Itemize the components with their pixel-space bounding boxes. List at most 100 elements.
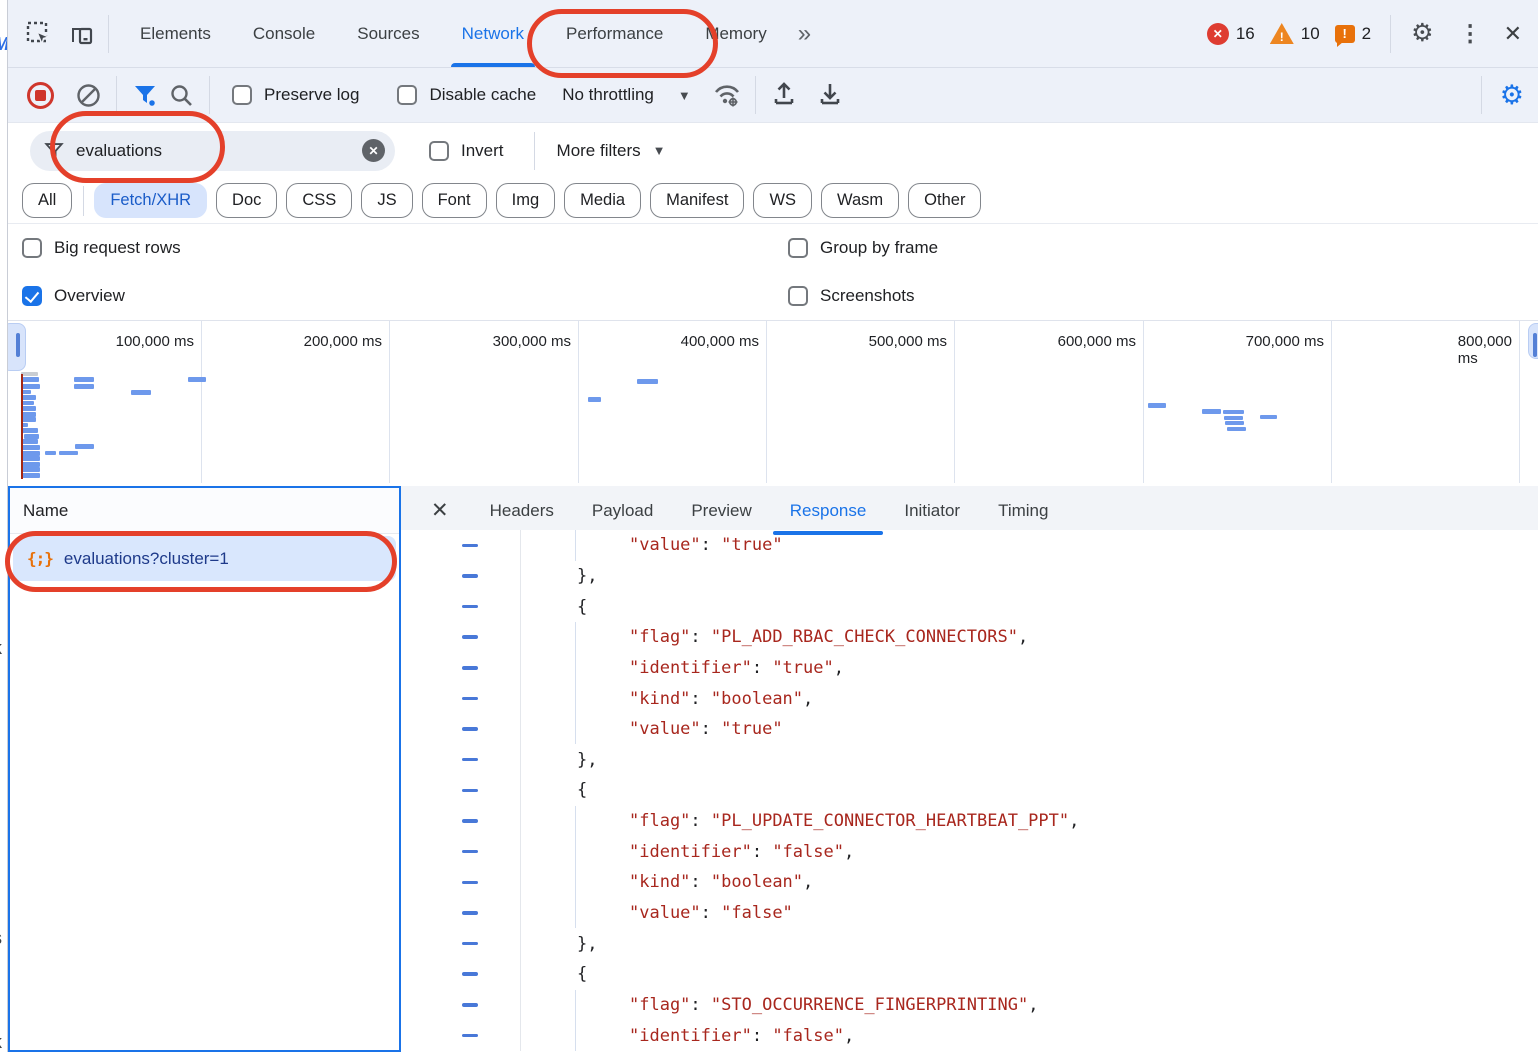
- fold-collapse-icon[interactable]: [462, 605, 478, 609]
- type-filter-all[interactable]: All: [22, 183, 72, 218]
- code-text: "value": "true": [521, 535, 783, 555]
- fold-collapse-icon[interactable]: [462, 544, 478, 548]
- waterfall-bar: [21, 372, 38, 376]
- token-punctuation: },: [577, 566, 597, 586]
- tab-sources[interactable]: Sources: [336, 0, 440, 67]
- code-text: {: [521, 597, 587, 617]
- fold-collapse-icon[interactable]: [462, 758, 478, 762]
- code-line: },: [401, 744, 1538, 775]
- close-detail-pane-icon[interactable]: ✕: [401, 486, 471, 535]
- screenshots-checkbox[interactable]: Screenshots: [788, 286, 915, 306]
- issues-badge-icon[interactable]: !: [1335, 25, 1355, 43]
- code-text: "value": "false": [521, 903, 793, 923]
- detail-tab-preview[interactable]: Preview: [672, 486, 770, 535]
- indent-guide: [575, 714, 576, 745]
- overview-right-drag-handle[interactable]: [1528, 323, 1538, 359]
- throttling-dropdown[interactable]: No throttling ▼: [562, 85, 691, 105]
- tab-elements[interactable]: Elements: [119, 0, 232, 67]
- type-filter-media[interactable]: Media: [564, 183, 641, 218]
- issues-count: 2: [1362, 24, 1371, 44]
- load-event-marker: [21, 374, 23, 479]
- warning-badge-icon[interactable]: !: [1270, 23, 1294, 44]
- fold-collapse-icon[interactable]: [462, 850, 478, 854]
- tab-performance[interactable]: Performance: [545, 0, 684, 67]
- invert-filter-checkbox[interactable]: Invert: [429, 141, 504, 161]
- fold-collapse-icon[interactable]: [462, 697, 478, 701]
- network-settings-gear-icon[interactable]: ⚙: [1500, 80, 1524, 111]
- network-overview-timeline[interactable]: 100,000 ms200,000 ms300,000 ms400,000 ms…: [8, 321, 1538, 485]
- waterfall-bar: [21, 456, 40, 461]
- search-icon[interactable]: [163, 83, 199, 108]
- fold-collapse-icon[interactable]: [462, 1034, 478, 1038]
- type-filter-manifest[interactable]: Manifest: [650, 183, 744, 218]
- fold-collapse-icon[interactable]: [462, 819, 478, 823]
- fold-collapse-icon[interactable]: [462, 881, 478, 885]
- code-line: "value": "true": [401, 714, 1538, 745]
- type-filter-fetch-xhr[interactable]: Fetch/XHR: [94, 183, 207, 218]
- type-filter-css[interactable]: CSS: [286, 183, 352, 218]
- tab-memory[interactable]: Memory: [684, 0, 787, 67]
- settings-gear-icon[interactable]: ⚙: [1402, 21, 1442, 46]
- code-text: "kind": "boolean",: [521, 689, 813, 709]
- token-string: "kind": [629, 872, 690, 892]
- token-punctuation: :: [752, 842, 772, 862]
- detail-tab-headers[interactable]: Headers: [471, 486, 573, 535]
- filter-icon[interactable]: [127, 82, 163, 108]
- detail-tab-timing[interactable]: Timing: [979, 486, 1067, 535]
- big-request-rows-checkbox[interactable]: Big request rows: [22, 238, 181, 258]
- token-punctuation: :: [752, 1026, 772, 1046]
- response-body-viewer[interactable]: "value": "true"}, { "flag": "PL_ADD_RBAC_C…: [401, 530, 1538, 1052]
- device-toolbar-icon[interactable]: [64, 17, 98, 51]
- waterfall-bar: [131, 390, 151, 395]
- detail-tab-initiator[interactable]: Initiator: [885, 486, 979, 535]
- type-filter-js[interactable]: JS: [361, 183, 412, 218]
- filter-input[interactable]: evaluations ✕: [30, 131, 395, 171]
- clear-network-log-icon[interactable]: [70, 83, 106, 108]
- group-by-frame-checkbox[interactable]: Group by frame: [788, 238, 938, 258]
- type-filter-doc[interactable]: Doc: [216, 183, 277, 218]
- type-filter-other[interactable]: Other: [908, 183, 981, 218]
- fold-collapse-icon[interactable]: [462, 635, 478, 639]
- timeline-gridline: [201, 321, 202, 483]
- type-filter-img[interactable]: Img: [496, 183, 556, 218]
- error-badge-icon[interactable]: ✕: [1207, 23, 1229, 45]
- detail-tabbar: ✕ HeadersPayloadPreviewResponseInitiator…: [401, 486, 1538, 536]
- waterfall-bar: [21, 445, 40, 450]
- fold-collapse-icon[interactable]: [462, 942, 478, 946]
- tab-console[interactable]: Console: [232, 0, 336, 67]
- close-devtools-icon[interactable]: ✕: [1498, 21, 1534, 47]
- detail-tab-payload[interactable]: Payload: [573, 486, 672, 535]
- type-filter-ws[interactable]: WS: [753, 183, 812, 218]
- fold-collapse-icon[interactable]: [462, 574, 478, 578]
- fold-collapse-icon[interactable]: [462, 666, 478, 670]
- more-filters-dropdown[interactable]: More filters ▼: [557, 141, 666, 161]
- type-filter-font[interactable]: Font: [422, 183, 487, 218]
- disable-cache-checkbox[interactable]: Disable cache: [397, 85, 536, 105]
- network-conditions-icon[interactable]: [709, 82, 745, 108]
- detail-tab-response[interactable]: Response: [771, 486, 886, 535]
- overview-checkbox[interactable]: Overview: [22, 286, 125, 306]
- fold-collapse-icon[interactable]: [462, 789, 478, 793]
- table-row-request[interactable]: {;}evaluations?cluster=1: [13, 536, 396, 581]
- export-har-icon[interactable]: [812, 82, 848, 108]
- preserve-log-checkbox[interactable]: Preserve log: [232, 85, 359, 105]
- token-string: "value": [629, 535, 701, 555]
- token-punctuation: {: [577, 964, 587, 984]
- record-network-log-button[interactable]: [27, 82, 54, 109]
- clear-filter-icon[interactable]: ✕: [362, 139, 385, 162]
- overview-left-drag-handle[interactable]: [8, 323, 26, 371]
- fold-gutter: [401, 683, 521, 714]
- more-tabs-icon[interactable]: »: [788, 20, 819, 48]
- import-har-icon[interactable]: [766, 82, 802, 108]
- code-line: "flag": "PL_ADD_RBAC_CHECK_CONNECTORS",: [401, 622, 1538, 653]
- fold-collapse-icon[interactable]: [462, 1003, 478, 1007]
- fold-collapse-icon[interactable]: [462, 911, 478, 915]
- inspect-element-icon[interactable]: [22, 17, 56, 51]
- fold-collapse-icon[interactable]: [462, 727, 478, 731]
- token-punctuation: :: [690, 872, 710, 892]
- tab-network[interactable]: Network: [441, 0, 545, 67]
- customize-menu-icon[interactable]: ⋮: [1450, 20, 1491, 47]
- name-column-header[interactable]: Name: [10, 488, 399, 534]
- fold-collapse-icon[interactable]: [462, 972, 478, 976]
- type-filter-wasm[interactable]: Wasm: [821, 183, 899, 218]
